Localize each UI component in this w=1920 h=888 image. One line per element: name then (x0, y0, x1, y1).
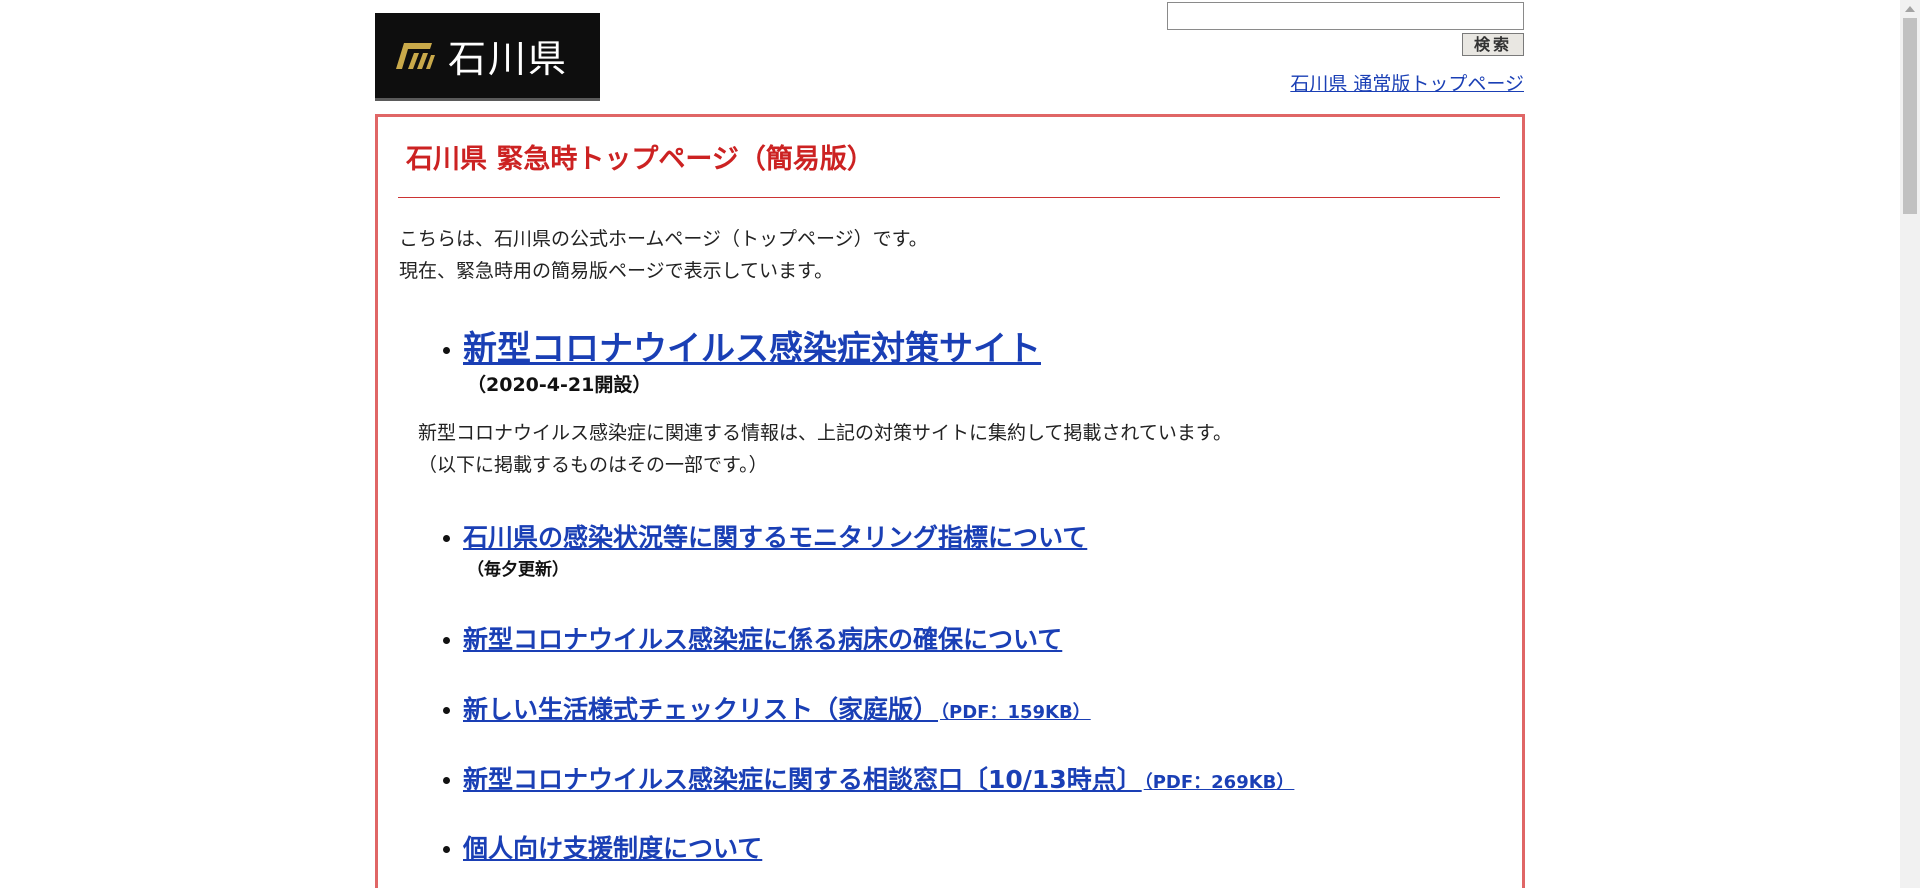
lifestyle-checklist-link[interactable]: 新しい生活様式チェックリスト（家庭版） (463, 695, 938, 724)
hospital-beds-link[interactable]: 新型コロナウイルス感染症に係る病床の確保について (463, 620, 1062, 656)
scrollbar-thumb[interactable] (1903, 18, 1917, 214)
scroll-up-icon[interactable] (1905, 6, 1915, 12)
intro-line: 現在、緊急時用の簡易版ページで表示しています。 (399, 260, 834, 282)
bullet-icon (443, 535, 450, 542)
description-line: 新型コロナウイルス感染症に関連する情報は、上記の対策サイトに集約して掲載されてい… (418, 422, 1232, 444)
normal-top-page-link[interactable]: 石川県 通常版トップページ (1290, 69, 1524, 96)
vertical-scrollbar[interactable] (1900, 0, 1920, 888)
search-input[interactable] (1167, 2, 1524, 30)
bullet-icon (443, 637, 450, 644)
consultation-desk-pdf-link[interactable]: （PDF：269KB） (1144, 772, 1295, 793)
covid-countermeasure-site-link[interactable]: 新型コロナウイルス感染症対策サイト (463, 321, 1041, 370)
search-button[interactable]: 検索 (1462, 33, 1524, 56)
lifestyle-checklist-row: 新しい生活様式チェックリスト（家庭版） （PDF：159KB） (463, 690, 1091, 726)
individual-support-link[interactable]: 個人向け支援制度について (463, 829, 762, 865)
bullet-icon (443, 777, 450, 784)
daily-update-note: （毎夕更新） (467, 560, 569, 580)
consultation-desk-row: 新型コロナウイルス感染症に関する相談窓口〔10/13時点〕 （PDF：269KB） (463, 760, 1294, 796)
title-divider (398, 197, 1500, 198)
emergency-content-frame: 石川県 緊急時トップページ（簡易版） こちらは、石川県の公式ホームページ（トップ… (375, 114, 1525, 888)
bullet-icon (443, 707, 450, 714)
featured-date-note: （2020-4-21開設） (467, 374, 652, 396)
bullet-icon (443, 846, 450, 853)
intro-text: こちらは、石川県の公式ホームページ（トップページ）です。 現在、緊急時用の簡易版… (399, 223, 928, 287)
site-logo[interactable]: 石川県 (375, 13, 600, 101)
description-line: （以下に掲載するものはその一部です。） (418, 454, 768, 476)
consultation-desk-link[interactable]: 新型コロナウイルス感染症に関する相談窓口〔10/13時点〕 (463, 765, 1142, 794)
logo-text: 石川県 (448, 37, 569, 81)
prefecture-emblem-icon (396, 42, 435, 69)
page-title: 石川県 緊急時トップページ（簡易版） (406, 144, 874, 175)
description-text: 新型コロナウイルス感染症に関連する情報は、上記の対策サイトに集約して掲載されてい… (418, 417, 1232, 481)
page: 石川県 検索 石川県 通常版トップページ 石川県 緊急時トップページ（簡易版） … (0, 0, 1920, 888)
intro-line: こちらは、石川県の公式ホームページ（トップページ）です。 (399, 228, 928, 250)
bullet-icon (443, 347, 450, 354)
monitoring-indicators-link[interactable]: 石川県の感染状況等に関するモニタリング指標について (463, 518, 1087, 554)
lifestyle-checklist-pdf-link[interactable]: （PDF：159KB） (940, 702, 1091, 723)
